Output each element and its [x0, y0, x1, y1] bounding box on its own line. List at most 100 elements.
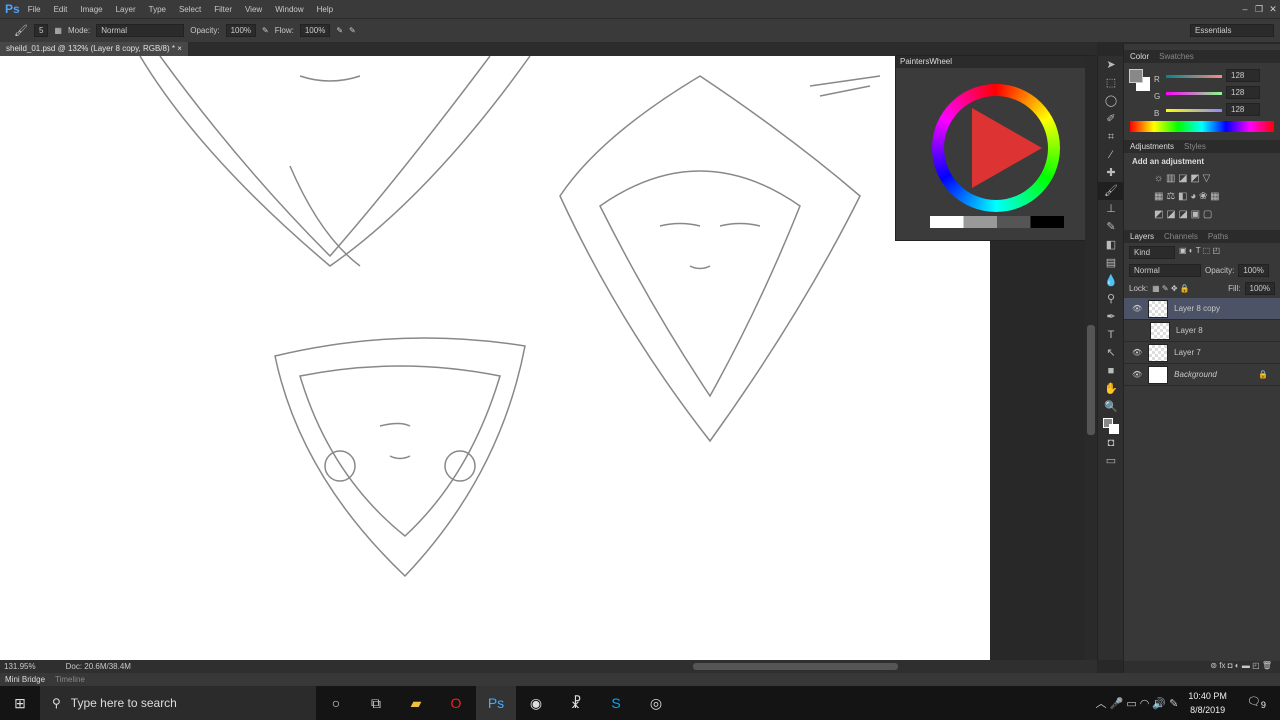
- canvas[interactable]: [0, 56, 990, 660]
- stamp-tool-icon[interactable]: ⊥: [1098, 200, 1124, 218]
- history-brush-tool-icon[interactable]: ✎: [1098, 218, 1124, 236]
- brush-tool-icon[interactable]: 🖌: [14, 24, 28, 37]
- healing-brush-tool-icon[interactable]: ✚: [1098, 164, 1124, 182]
- menu-view[interactable]: View: [245, 5, 262, 14]
- eye-icon[interactable]: 👁: [1132, 304, 1142, 313]
- menu-type[interactable]: Type: [149, 5, 166, 14]
- blend-mode-select[interactable]: Normal: [1129, 264, 1201, 277]
- flow-input[interactable]: 100%: [299, 24, 331, 37]
- layer-opacity-input[interactable]: 100%: [1238, 264, 1269, 277]
- path-select-tool-icon[interactable]: ↖: [1098, 344, 1124, 362]
- taskbar-search[interactable]: ⚲ Type here to search: [40, 686, 316, 720]
- lock-icons[interactable]: ▦ ✎ ✥ 🔒: [1152, 284, 1190, 293]
- layer-row[interactable]: Layer 8: [1124, 320, 1280, 342]
- airbrush-icon[interactable]: ✎: [336, 26, 343, 35]
- opera-icon[interactable]: O: [436, 686, 476, 720]
- eye-icon[interactable]: 👁: [1132, 348, 1142, 357]
- r-value-input[interactable]: 128: [1226, 69, 1260, 82]
- brush-panel-icon[interactable]: ▦: [54, 26, 62, 35]
- adjustment-icons[interactable]: ☼ ▥ ◪ ◩ ▽ ▦ ⚖ ◧ ◕ ❀ ▦ ◩ ◪ ◪ ▣ ▢: [1124, 170, 1280, 230]
- close-tab-icon[interactable]: ×: [177, 44, 182, 53]
- blur-tool-icon[interactable]: 💧: [1098, 272, 1124, 290]
- hue-ring[interactable]: [932, 84, 1060, 212]
- restore-button[interactable]: ❐: [1252, 4, 1266, 14]
- menu-help[interactable]: Help: [317, 5, 333, 14]
- tab-mini-bridge[interactable]: Mini Bridge: [5, 675, 45, 684]
- dodge-tool-icon[interactable]: ⚲: [1098, 290, 1124, 308]
- tab-styles[interactable]: Styles: [1184, 142, 1206, 151]
- tab-color[interactable]: Color: [1130, 52, 1149, 61]
- tab-channels[interactable]: Channels: [1164, 232, 1198, 241]
- menu-file[interactable]: File: [28, 5, 41, 14]
- pen-tool-icon[interactable]: ✒: [1098, 308, 1124, 326]
- eye-icon[interactable]: 👁: [1132, 370, 1142, 379]
- shape-tool-icon[interactable]: ■: [1098, 362, 1124, 380]
- move-tool-icon[interactable]: ➤: [1098, 56, 1124, 74]
- b-slider[interactable]: [1166, 109, 1222, 112]
- menu-select[interactable]: Select: [179, 5, 201, 14]
- g-value-input[interactable]: 128: [1226, 86, 1260, 99]
- app-icon-2[interactable]: ◎: [636, 686, 676, 720]
- foreground-background-color-icon[interactable]: [1098, 416, 1124, 434]
- tab-layers[interactable]: Layers: [1130, 232, 1154, 241]
- brush-size-picker[interactable]: 5: [33, 24, 49, 37]
- notifications-icon[interactable]: 🗨9: [1247, 695, 1266, 710]
- menu-window[interactable]: Window: [275, 5, 303, 14]
- brush-tool-icon[interactable]: 🖌: [1098, 182, 1124, 200]
- gradient-tool-icon[interactable]: ▤: [1098, 254, 1124, 272]
- value-swatches[interactable]: [930, 216, 1064, 228]
- zoom-tool-icon[interactable]: 🔍: [1098, 398, 1124, 416]
- file-explorer-icon[interactable]: ▰: [396, 686, 436, 720]
- close-button[interactable]: ✕: [1266, 4, 1280, 14]
- type-tool-icon[interactable]: T: [1098, 326, 1124, 344]
- menu-image[interactable]: Image: [80, 5, 102, 14]
- layer-row[interactable]: 👁 Layer 7: [1124, 342, 1280, 364]
- tray-icons[interactable]: ︿ 🎤 ▭ ◠ 🔊 ✎: [1096, 695, 1179, 711]
- windows-start-icon[interactable]: ⊞: [0, 686, 40, 720]
- pressure-size-icon[interactable]: ✎: [349, 26, 356, 35]
- layer-actions-bar[interactable]: ⊚ fx ◘ ◐ ▬ ◰ 🗑: [1124, 661, 1280, 673]
- menu-filter[interactable]: Filter: [214, 5, 232, 14]
- color-spectrum-bar[interactable]: [1130, 121, 1274, 132]
- mode-select[interactable]: Normal: [96, 24, 185, 37]
- minimize-button[interactable]: –: [1238, 4, 1252, 14]
- layer-row[interactable]: 👁 Layer 8 copy: [1124, 298, 1280, 320]
- r-slider[interactable]: [1166, 75, 1222, 78]
- screen-mode-icon[interactable]: ▭: [1098, 452, 1124, 470]
- saturation-triangle[interactable]: [972, 108, 1042, 188]
- tab-adjustments[interactable]: Adjustments: [1130, 142, 1174, 151]
- vertical-scroll-thumb[interactable]: [1087, 325, 1095, 435]
- quick-select-tool-icon[interactable]: ✐: [1098, 110, 1124, 128]
- g-slider[interactable]: [1166, 92, 1222, 95]
- filter-icons[interactable]: ▣ ◐ T ⬚ ◰: [1179, 246, 1220, 259]
- skype-icon[interactable]: S: [596, 686, 636, 720]
- b-value-input[interactable]: 128: [1226, 103, 1260, 116]
- foreground-color-swatch[interactable]: [1129, 69, 1143, 83]
- crop-tool-icon[interactable]: ⌗: [1098, 128, 1124, 146]
- eyedropper-tool-icon[interactable]: ⁄: [1098, 146, 1124, 164]
- workspace-select[interactable]: Essentials: [1190, 24, 1274, 37]
- lasso-tool-icon[interactable]: ◯: [1098, 92, 1124, 110]
- document-tab[interactable]: sheild_01.psd @ 132% (Layer 8 copy, RGB/…: [0, 42, 188, 56]
- zoom-level[interactable]: 131.95%: [4, 662, 36, 671]
- tab-paths[interactable]: Paths: [1208, 232, 1228, 241]
- tab-timeline[interactable]: Timeline: [55, 675, 85, 684]
- horizontal-scroll-thumb[interactable]: [693, 663, 898, 670]
- menu-edit[interactable]: Edit: [54, 5, 68, 14]
- menu-layer[interactable]: Layer: [116, 5, 136, 14]
- hand-tool-icon[interactable]: ✋: [1098, 380, 1124, 398]
- app-icon[interactable]: ◉: [516, 686, 556, 720]
- pressure-opacity-icon[interactable]: ✎: [262, 26, 269, 35]
- quick-mask-icon[interactable]: ◘: [1098, 434, 1124, 452]
- fill-input[interactable]: 100%: [1244, 282, 1275, 295]
- photoshop-taskbar-icon[interactable]: Ps: [476, 686, 516, 720]
- cortana-icon[interactable]: ○: [316, 686, 356, 720]
- marquee-tool-icon[interactable]: ⬚: [1098, 74, 1124, 92]
- tab-swatches[interactable]: Swatches: [1159, 52, 1194, 61]
- eraser-tool-icon[interactable]: ◧: [1098, 236, 1124, 254]
- clock[interactable]: 10:40 PM 8/8/2019: [1188, 689, 1227, 717]
- task-view-icon[interactable]: ⧉: [356, 686, 396, 720]
- layer-row[interactable]: 👁 Background 🔒: [1124, 364, 1280, 386]
- opacity-input[interactable]: 100%: [225, 24, 257, 37]
- zbrush-icon[interactable]: ☧: [556, 686, 596, 720]
